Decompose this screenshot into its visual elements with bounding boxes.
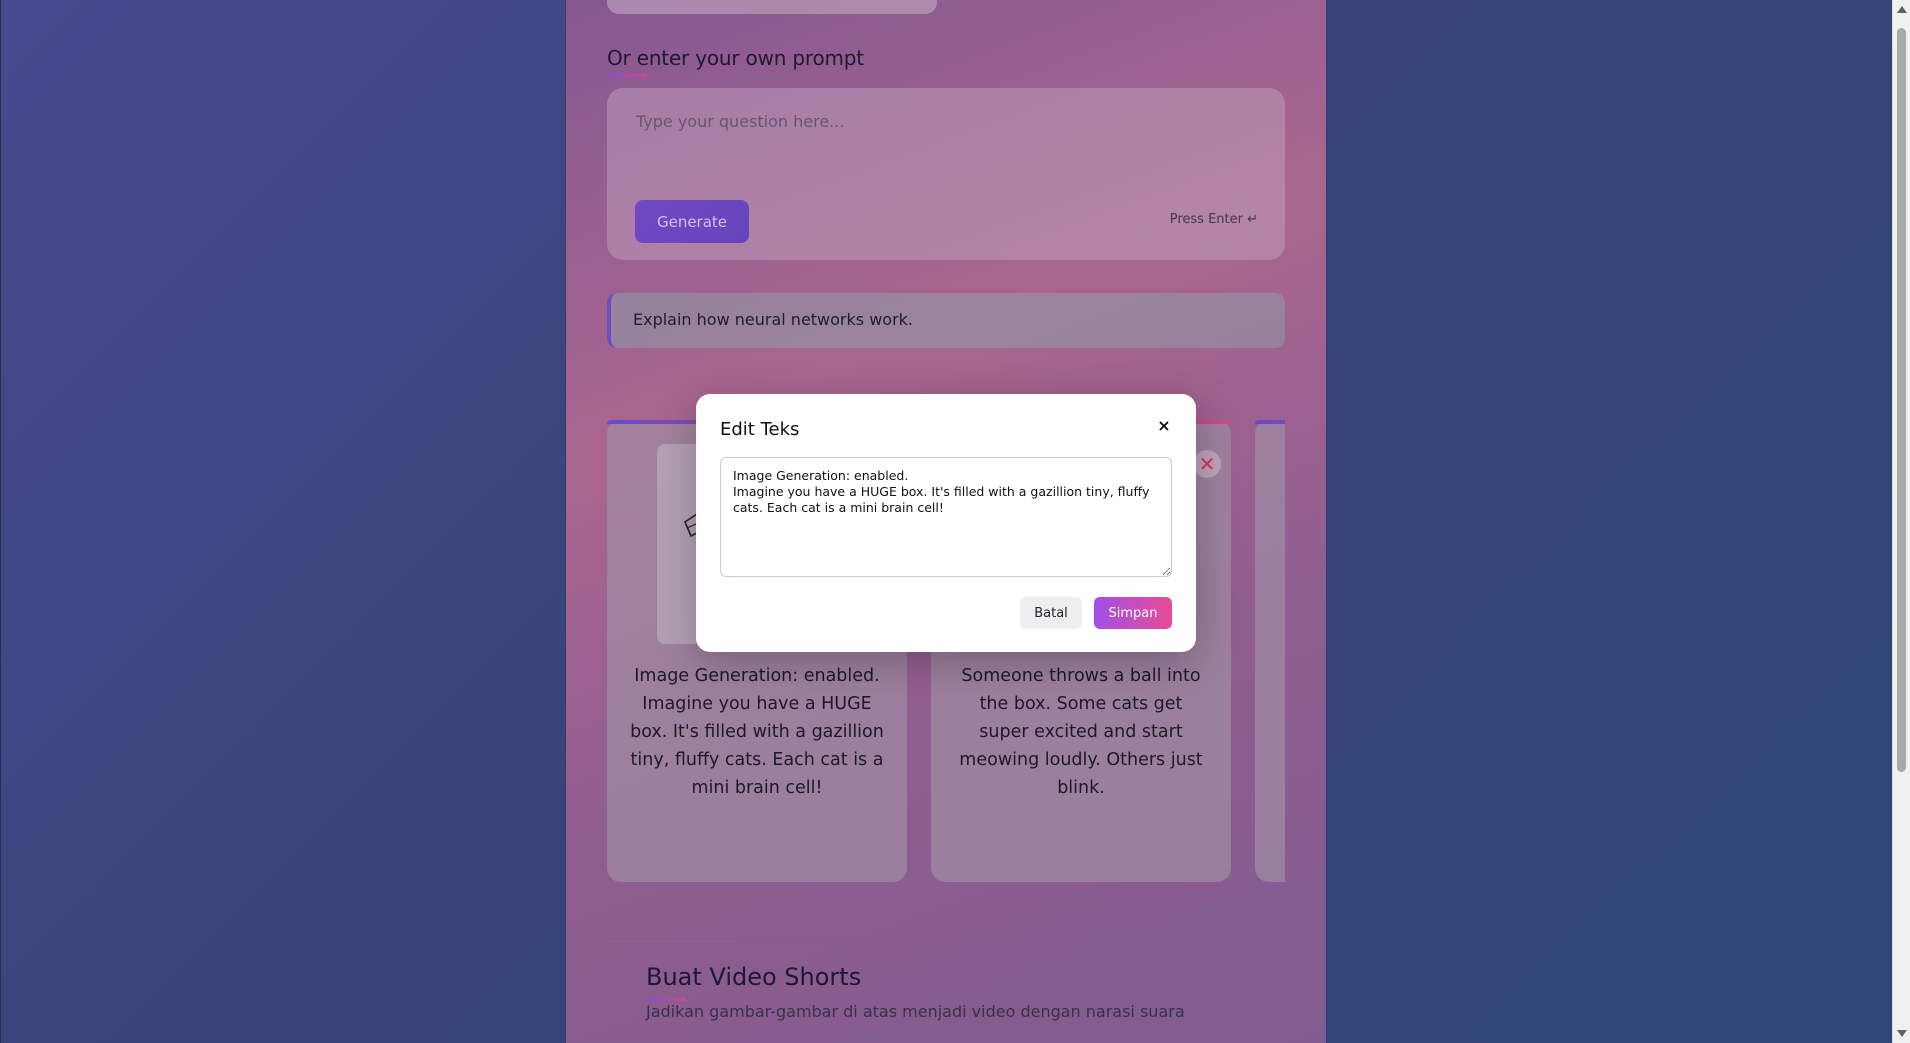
modal-title: Edit Teks (720, 419, 800, 440)
edit-text-area[interactable]: Image Generation: enabled. Imagine you h… (720, 457, 1172, 577)
vertical-scrollbar[interactable] (1892, 0, 1910, 1043)
edit-text-modal: Edit Teks × Image Generation: enabled. I… (696, 394, 1196, 652)
cancel-button[interactable]: Batal (1020, 597, 1082, 629)
close-icon[interactable]: × (1155, 416, 1173, 436)
save-button[interactable]: Simpan (1094, 597, 1172, 629)
scroll-down-arrow-icon[interactable] (1897, 1030, 1907, 1037)
scroll-up-arrow-icon[interactable] (1897, 6, 1907, 13)
scroll-thumb[interactable] (1897, 28, 1906, 772)
